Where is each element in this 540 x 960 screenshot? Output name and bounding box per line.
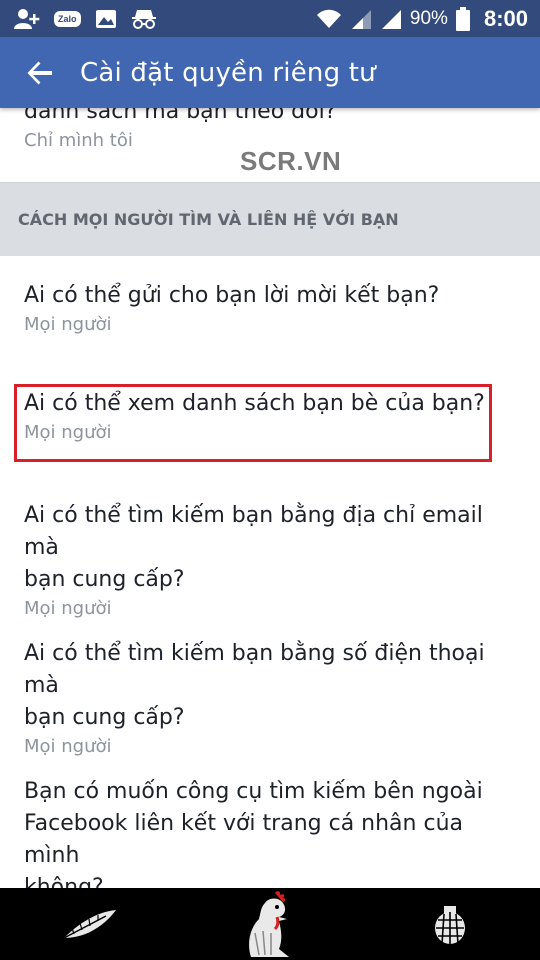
setting-title: danh sách mà bạn theo dõi? [24,108,337,124]
status-time: 8:00 [483,5,528,31]
setting-item-search-engine-link[interactable]: Bạn có muốn công cụ tìm kiếm bên ngoài F… [0,776,540,888]
nav-back-button[interactable] [35,888,145,960]
navigation-bar [0,888,540,960]
settings-content[interactable]: danh sách mà bạn theo dõi? Chỉ mình tôi … [0,108,540,888]
status-right-icons: 90% 8:00 [316,6,528,32]
nav-recent-button[interactable] [395,888,505,960]
add-contact-icon [14,7,40,31]
setting-item-email-lookup[interactable]: Ai có thể tìm kiếm bạn bằng địa chỉ emai… [0,500,540,622]
highlight-box [14,384,492,462]
battery-icon [455,6,470,31]
wifi-icon [316,7,342,31]
setting-title-line: Bạn có muốn công cụ tìm kiếm bên ngoài [24,779,483,804]
rooster-icon [249,891,289,957]
nav-home-button[interactable] [215,888,325,960]
setting-value: Mọi người [24,598,112,619]
zalo-label: Zalo [54,10,81,27]
setting-title-line: Ai có thể tìm kiếm bạn bằng địa chỉ emai… [24,503,483,560]
signal-icon [350,7,372,31]
setting-title-line: Ai có thể tìm kiếm bạn bằng số điện thoạ… [24,641,485,698]
back-button[interactable] [0,37,80,108]
section-header: CÁCH MỌI NGƯỜI TÌM VÀ LIÊN HỆ VỚI BẠN [0,182,540,256]
section-header-label: CÁCH MỌI NGƯỜI TÌM VÀ LIÊN HỆ VỚI BẠN [18,210,399,229]
grenade-icon [435,906,465,945]
watermark: SCR.VN [240,146,342,176]
incognito-icon [131,7,157,31]
arrow-left-icon [27,61,52,84]
setting-title-line: bạn cung cấp? [24,705,185,730]
setting-title-line: Facebook liên kết với trang cá nhân của … [24,811,463,868]
battery-percent: 90% [409,7,448,29]
setting-title: Ai có thể gửi cho bạn lời mời kết bạn? [24,283,440,308]
signal-icon [380,7,402,31]
page-title: Cài đặt quyền riêng tư [80,57,376,88]
gallery-icon [95,7,117,31]
setting-item-friend-requests[interactable]: Ai có thể gửi cho bạn lời mời kết bạn? M… [0,280,540,338]
feather-icon [63,910,116,939]
setting-title-line: bạn cung cấp? [24,567,185,592]
setting-value: Mọi người [24,736,112,757]
status-bar: Zalo 90% 8:00 [0,0,540,37]
setting-item-phone-lookup[interactable]: Ai có thể tìm kiếm bạn bằng số điện thoạ… [0,638,540,760]
app-bar: Cài đặt quyền riêng tư [0,37,540,108]
setting-title-line: không? [24,875,104,888]
status-left-icons: Zalo [14,7,157,31]
zalo-icon: Zalo [54,7,81,31]
setting-value: Mọi người [24,314,112,335]
